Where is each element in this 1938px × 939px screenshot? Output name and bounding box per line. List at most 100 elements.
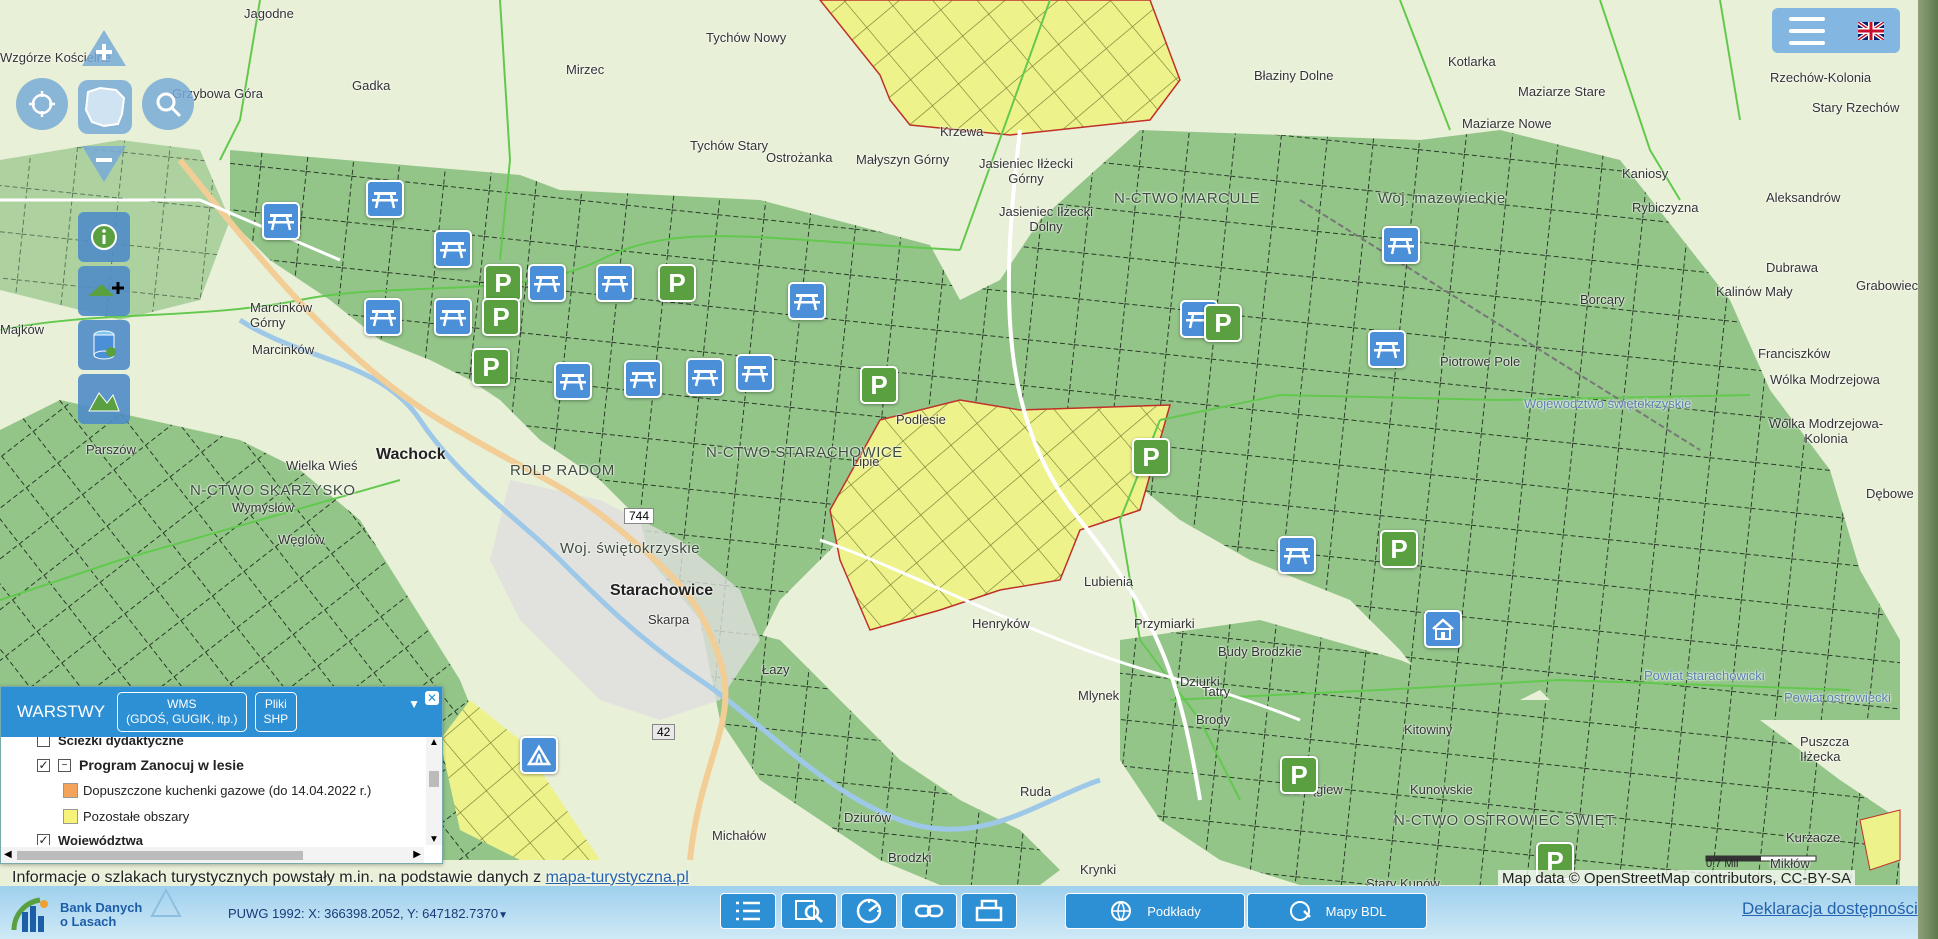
- picnic-table-icon[interactable]: [262, 202, 300, 240]
- picnic-table-icon[interactable]: [528, 264, 566, 302]
- mapa-turystyczna-link[interactable]: mapa-turystyczna.pl: [546, 869, 689, 886]
- picnic-table-icon[interactable]: [736, 354, 774, 392]
- map-label: Dębowe: [1866, 486, 1914, 501]
- layer-checkbox[interactable]: ✓: [37, 834, 50, 845]
- parking-icon[interactable]: P: [472, 348, 510, 386]
- parking-icon[interactable]: P: [860, 366, 898, 404]
- legend-swatch-yellow: [63, 809, 78, 824]
- uk-flag-icon: [1856, 19, 1885, 42]
- scroll-left-icon[interactable]: ◀: [4, 849, 12, 860]
- scrollbar-thumb[interactable]: [429, 771, 439, 787]
- tent-icon[interactable]: [520, 736, 558, 774]
- wms-button[interactable]: WMS (GDOŚ, GUGIK, itp.): [117, 692, 247, 732]
- parking-icon[interactable]: P: [1380, 530, 1418, 568]
- map-label: Dziurów: [844, 810, 891, 825]
- parking-icon[interactable]: P: [1204, 304, 1242, 342]
- basemaps-button[interactable]: Podkłady: [1065, 893, 1245, 929]
- forest-lodge-icon[interactable]: [1424, 610, 1462, 648]
- map-label: Woj. mazowieckie: [1378, 190, 1506, 207]
- zoom-in-button[interactable]: [78, 26, 130, 74]
- terrain-button[interactable]: [78, 374, 130, 424]
- picnic-table-icon[interactable]: [434, 230, 472, 268]
- map-label: Krynki: [1080, 862, 1117, 877]
- parking-icon[interactable]: P: [658, 264, 696, 302]
- map-label: Parszów: [86, 442, 136, 457]
- map-label: Stary Rzechów: [1812, 100, 1900, 115]
- map-label: N-CTWO SKARŻYSKO: [190, 482, 356, 499]
- wms-button-line1: WMS: [167, 697, 197, 711]
- share-link-button[interactable]: [901, 893, 957, 929]
- measure-button[interactable]: [841, 893, 897, 929]
- locate-button[interactable]: [16, 78, 68, 130]
- layer-checkbox[interactable]: ✓: [37, 758, 50, 772]
- map-label: Brodzki: [888, 850, 932, 865]
- layer-checkbox[interactable]: [37, 737, 50, 747]
- language-english-button[interactable]: [1856, 19, 1885, 42]
- parking-icon[interactable]: P: [1132, 438, 1170, 476]
- coordinate-system-dropdown-icon[interactable]: ▼: [498, 910, 508, 921]
- map-label: Grabowiec: [1856, 278, 1919, 293]
- parking-icon[interactable]: P: [482, 298, 520, 336]
- coordinates-readout[interactable]: PUWG 1992: X: 366398.2052, Y: 647182.737…: [228, 906, 508, 921]
- measure-icon[interactable]: [148, 886, 184, 920]
- print-button[interactable]: [961, 893, 1017, 929]
- hamburger-menu-button[interactable]: [1788, 16, 1825, 45]
- map-label: N-CTWO OSTROWIEC ŚWIĘT.: [1394, 812, 1618, 829]
- zoom-out-button[interactable]: [78, 138, 130, 186]
- full-extent-button[interactable]: [78, 80, 132, 134]
- accessibility-declaration-link[interactable]: Deklaracja dostępności: [1742, 899, 1918, 919]
- scroll-right-icon[interactable]: ▶: [413, 849, 421, 860]
- map-label: Woj. świętokrzyskie: [560, 540, 701, 557]
- picnic-table-icon[interactable]: [596, 264, 634, 302]
- scroll-up-icon[interactable]: ▲: [429, 737, 439, 748]
- right-edge-image: [1918, 0, 1938, 939]
- map-label: Kaniosy: [1622, 166, 1669, 181]
- picnic-table-icon[interactable]: [788, 282, 826, 320]
- picnic-table-icon[interactable]: [624, 360, 662, 398]
- close-panel-button[interactable]: ✕: [425, 691, 439, 705]
- map-search-icon: [795, 900, 824, 924]
- legend-list-button[interactable]: [720, 893, 776, 929]
- legend-row: Dopuszczone kuchenki gazowe (do 14.04.20…: [63, 783, 371, 798]
- map-label: Puszcza Iłżecka: [1800, 734, 1850, 764]
- search-map-button[interactable]: [781, 893, 837, 929]
- picnic-table-icon[interactable]: [434, 298, 472, 336]
- horizontal-scrollbar[interactable]: ◀ ▶: [1, 847, 424, 863]
- map-label: Kotlarka: [1448, 54, 1496, 69]
- map-label: Łazy: [762, 662, 790, 677]
- shp-files-button[interactable]: Pliki SHP: [254, 692, 298, 732]
- layers-panel-header: WARSTWY WMS (GDOŚ, GUGIK, itp.) Pliki SH…: [1, 687, 442, 737]
- map-label: Powiat ostrowiecki: [1784, 690, 1891, 705]
- collapse-group-icon[interactable]: −: [58, 758, 71, 772]
- add-layer-button[interactable]: [78, 266, 130, 316]
- map-label: Mlynek: [1078, 688, 1120, 703]
- collapse-panel-icon[interactable]: ▼: [408, 697, 420, 711]
- picnic-table-icon[interactable]: [1382, 226, 1420, 264]
- map-label: Kalinów Mały: [1716, 284, 1793, 299]
- search-location-button[interactable]: [142, 78, 194, 130]
- map-label: Kunowskie: [1410, 782, 1473, 797]
- picnic-table-icon[interactable]: [366, 180, 404, 218]
- parking-icon[interactable]: P: [484, 264, 522, 302]
- logo-text-line2: o Lasach: [60, 914, 117, 929]
- picnic-table-icon[interactable]: [1368, 330, 1406, 368]
- picnic-table-icon[interactable]: [364, 298, 402, 336]
- legend-swatch-orange: [63, 783, 78, 798]
- info-button[interactable]: [78, 212, 130, 262]
- picnic-table-icon[interactable]: [554, 362, 592, 400]
- map-label: Przymiarki: [1134, 616, 1195, 631]
- scrollbar-thumb[interactable]: [17, 851, 303, 860]
- map-label: Dubrawa: [1766, 260, 1819, 275]
- vertical-scrollbar[interactable]: ▲ ▼: [426, 737, 442, 845]
- parking-icon[interactable]: P: [1280, 756, 1318, 794]
- picnic-table-icon[interactable]: [1278, 536, 1316, 574]
- map-label: Rzechów-Kolonia: [1770, 70, 1872, 85]
- map-label: Rybiczyzna: [1632, 200, 1699, 215]
- scroll-down-icon[interactable]: ▼: [429, 834, 439, 845]
- map-label: Lipie: [852, 454, 880, 469]
- picnic-table-icon[interactable]: [686, 358, 724, 396]
- menu-icon-bar: [1788, 28, 1825, 33]
- bdl-logo[interactable]: Bank Danych o Lasach: [10, 894, 142, 936]
- database-button[interactable]: [78, 320, 130, 370]
- bdl-maps-button[interactable]: Mapy BDL: [1247, 893, 1427, 929]
